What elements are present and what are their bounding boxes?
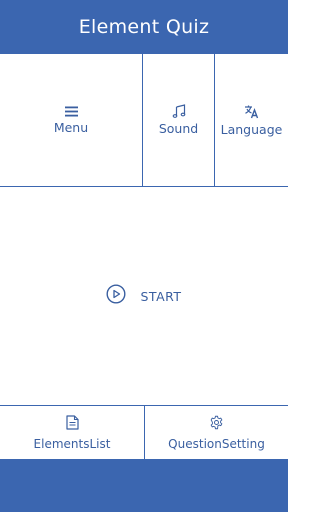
- sound-label: Sound: [158, 121, 199, 136]
- menu-label: Menu: [53, 119, 89, 135]
- app-header: Element Quiz: [0, 0, 288, 54]
- sound-button[interactable]: Sound: [143, 54, 215, 186]
- music-note-icon: [172, 104, 186, 118]
- top-menu-grid: Menu Sound Language: [0, 54, 288, 187]
- gear-icon: [209, 415, 224, 434]
- start-label: START: [140, 288, 182, 304]
- elements-list-button[interactable]: ElementsList: [0, 406, 145, 459]
- elements-list-label: ElementsList: [33, 436, 111, 451]
- app-title: Element Quiz: [78, 16, 210, 38]
- question-setting-button[interactable]: QuestionSetting: [145, 406, 288, 459]
- start-button[interactable]: START: [0, 187, 288, 405]
- play-circle-icon: [106, 284, 126, 308]
- language-label: Language: [220, 121, 283, 137]
- app-footer: [0, 459, 288, 512]
- language-button[interactable]: Language: [215, 54, 288, 186]
- menu-icon: [64, 106, 78, 117]
- document-icon: [65, 414, 79, 434]
- bottom-menu-grid: ElementsList QuestionSetting: [0, 405, 288, 459]
- question-setting-label: QuestionSetting: [168, 436, 265, 451]
- translate-icon: [244, 104, 259, 119]
- menu-button[interactable]: Menu: [0, 54, 143, 186]
